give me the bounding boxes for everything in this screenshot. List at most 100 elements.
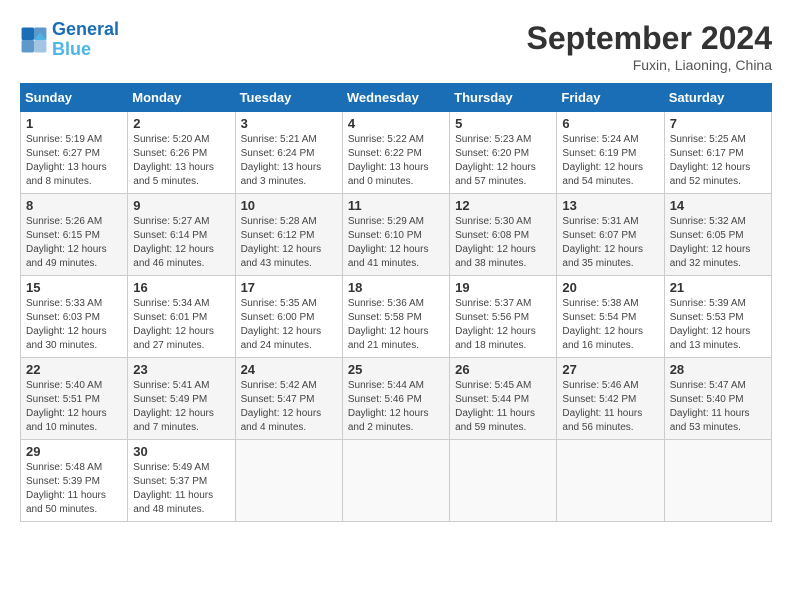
weekday-header-friday: Friday (557, 84, 664, 112)
calendar-cell: 21 Sunrise: 5:39 AMSunset: 5:53 PMDayligh… (664, 276, 771, 358)
day-number: 10 (241, 198, 337, 213)
calendar-cell: 23 Sunrise: 5:41 AMSunset: 5:49 PMDayligh… (128, 358, 235, 440)
day-number: 3 (241, 116, 337, 131)
weekday-header-tuesday: Tuesday (235, 84, 342, 112)
weekday-header-monday: Monday (128, 84, 235, 112)
calendar-cell: 3 Sunrise: 5:21 AMSunset: 6:24 PMDaylight… (235, 112, 342, 194)
calendar-week-row: 15 Sunrise: 5:33 AMSunset: 6:03 PMDayligh… (21, 276, 772, 358)
day-info: Sunrise: 5:26 AMSunset: 6:15 PMDaylight:… (26, 215, 122, 271)
day-number: 2 (133, 116, 229, 131)
day-info: Sunrise: 5:46 AMSunset: 5:42 PMDaylight:… (562, 379, 658, 435)
day-info: Sunrise: 5:31 AMSunset: 6:07 PMDaylight:… (562, 215, 658, 271)
day-number: 25 (348, 362, 444, 377)
day-number: 22 (26, 362, 122, 377)
calendar-cell: 30Sunrise: 5:49 AMSunset: 5:37 PMDayligh… (128, 440, 235, 522)
calendar-cell: 29Sunrise: 5:48 AMSunset: 5:39 PMDayligh… (21, 440, 128, 522)
day-number: 7 (670, 116, 766, 131)
day-info: Sunrise: 5:41 AMSunset: 5:49 PMDaylight:… (133, 379, 229, 435)
calendar-cell: 5Sunrise: 5:23 AMSunset: 6:20 PMDaylight… (450, 112, 557, 194)
day-info: Sunrise: 5:39 AMSunset: 5:53 PMDaylight:… (670, 297, 766, 353)
day-info: Sunrise: 5:28 AMSunset: 6:12 PMDaylight:… (241, 215, 337, 271)
day-number: 27 (562, 362, 658, 377)
calendar-cell: 20 Sunrise: 5:38 AMSunset: 5:54 PMDayligh… (557, 276, 664, 358)
calendar-cell: 19Sunrise: 5:37 AMSunset: 5:56 PMDayligh… (450, 276, 557, 358)
day-info: Sunrise: 5:40 AMSunset: 5:51 PMDaylight:… (26, 379, 122, 435)
calendar-cell: 24 Sunrise: 5:42 AMSunset: 5:47 PMDayligh… (235, 358, 342, 440)
calendar-cell: 12 Sunrise: 5:30 AMSunset: 6:08 PMDayligh… (450, 194, 557, 276)
day-number: 6 (562, 116, 658, 131)
location-subtitle: Fuxin, Liaoning, China (527, 57, 772, 73)
title-area: September 2024 Fuxin, Liaoning, China (527, 20, 772, 73)
day-info: Sunrise: 5:33 AMSunset: 6:03 PMDaylight:… (26, 297, 122, 353)
day-number: 28 (670, 362, 766, 377)
logo-icon (20, 26, 48, 54)
day-info: Sunrise: 5:44 AMSunset: 5:46 PMDaylight:… (348, 379, 444, 435)
day-info: Sunrise: 5:23 AMSunset: 6:20 PMDaylight:… (455, 133, 551, 189)
day-info: Sunrise: 5:38 AMSunset: 5:54 PMDaylight:… (562, 297, 658, 353)
calendar-cell (342, 440, 449, 522)
calendar-cell: 6 Sunrise: 5:24 AMSunset: 6:19 PMDaylight… (557, 112, 664, 194)
day-info: Sunrise: 5:25 AMSunset: 6:17 PMDaylight:… (670, 133, 766, 189)
calendar-cell: 15 Sunrise: 5:33 AMSunset: 6:03 PMDayligh… (21, 276, 128, 358)
day-number: 12 (455, 198, 551, 213)
calendar-cell: 7 Sunrise: 5:25 AMSunset: 6:17 PMDaylight… (664, 112, 771, 194)
day-number: 11 (348, 198, 444, 213)
calendar-cell: 2 Sunrise: 5:20 AMSunset: 6:26 PMDaylight… (128, 112, 235, 194)
calendar-cell: 28 Sunrise: 5:47 AMSunset: 5:40 PMDayligh… (664, 358, 771, 440)
calendar-week-row: 22 Sunrise: 5:40 AMSunset: 5:51 PMDayligh… (21, 358, 772, 440)
calendar-cell: 13 Sunrise: 5:31 AMSunset: 6:07 PMDayligh… (557, 194, 664, 276)
day-info: Sunrise: 5:21 AMSunset: 6:24 PMDaylight:… (241, 133, 337, 189)
day-info: Sunrise: 5:29 AMSunset: 6:10 PMDaylight:… (348, 215, 444, 271)
day-info: Sunrise: 5:32 AMSunset: 6:05 PMDaylight:… (670, 215, 766, 271)
logo-text: General Blue (52, 20, 119, 60)
day-info: Sunrise: 5:42 AMSunset: 5:47 PMDaylight:… (241, 379, 337, 435)
day-info: Sunrise: 5:47 AMSunset: 5:40 PMDaylight:… (670, 379, 766, 435)
calendar-cell: 8 Sunrise: 5:26 AMSunset: 6:15 PMDaylight… (21, 194, 128, 276)
day-number: 20 (562, 280, 658, 295)
calendar-cell (557, 440, 664, 522)
day-number: 30 (133, 444, 229, 459)
day-number: 23 (133, 362, 229, 377)
weekday-header-row: SundayMondayTuesdayWednesdayThursdayFrid… (21, 84, 772, 112)
day-info: Sunrise: 5:36 AMSunset: 5:58 PMDaylight:… (348, 297, 444, 353)
calendar-cell: 18 Sunrise: 5:36 AMSunset: 5:58 PMDayligh… (342, 276, 449, 358)
day-info: Sunrise: 5:30 AMSunset: 6:08 PMDaylight:… (455, 215, 551, 271)
page-header: General Blue September 2024 Fuxin, Liaon… (20, 20, 772, 73)
day-number: 15 (26, 280, 122, 295)
weekday-header-wednesday: Wednesday (342, 84, 449, 112)
calendar-table: SundayMondayTuesdayWednesdayThursdayFrid… (20, 83, 772, 522)
calendar-week-row: 29Sunrise: 5:48 AMSunset: 5:39 PMDayligh… (21, 440, 772, 522)
calendar-cell: 1 Sunrise: 5:19 AMSunset: 6:27 PMDaylight… (21, 112, 128, 194)
calendar-cell: 11 Sunrise: 5:29 AMSunset: 6:10 PMDayligh… (342, 194, 449, 276)
day-number: 8 (26, 198, 122, 213)
calendar-week-row: 8 Sunrise: 5:26 AMSunset: 6:15 PMDaylight… (21, 194, 772, 276)
calendar-week-row: 1 Sunrise: 5:19 AMSunset: 6:27 PMDaylight… (21, 112, 772, 194)
calendar-cell (664, 440, 771, 522)
day-info: Sunrise: 5:22 AMSunset: 6:22 PMDaylight:… (348, 133, 444, 189)
calendar-cell: 25 Sunrise: 5:44 AMSunset: 5:46 PMDayligh… (342, 358, 449, 440)
day-info: Sunrise: 5:27 AMSunset: 6:14 PMDaylight:… (133, 215, 229, 271)
day-number: 17 (241, 280, 337, 295)
day-number: 18 (348, 280, 444, 295)
day-number: 13 (562, 198, 658, 213)
day-info: Sunrise: 5:24 AMSunset: 6:19 PMDaylight:… (562, 133, 658, 189)
calendar-cell: 14 Sunrise: 5:32 AMSunset: 6:05 PMDayligh… (664, 194, 771, 276)
weekday-header-sunday: Sunday (21, 84, 128, 112)
day-number: 9 (133, 198, 229, 213)
calendar-cell (235, 440, 342, 522)
day-number: 16 (133, 280, 229, 295)
calendar-cell: 27 Sunrise: 5:46 AMSunset: 5:42 PMDayligh… (557, 358, 664, 440)
day-number: 14 (670, 198, 766, 213)
day-number: 21 (670, 280, 766, 295)
month-title: September 2024 (527, 20, 772, 57)
day-number: 24 (241, 362, 337, 377)
day-info: Sunrise: 5:48 AMSunset: 5:39 PMDaylight:… (26, 461, 122, 517)
day-info: Sunrise: 5:20 AMSunset: 6:26 PMDaylight:… (133, 133, 229, 189)
day-info: Sunrise: 5:45 AMSunset: 5:44 PMDaylight:… (455, 379, 551, 435)
day-number: 1 (26, 116, 122, 131)
calendar-cell: 22 Sunrise: 5:40 AMSunset: 5:51 PMDayligh… (21, 358, 128, 440)
day-info: Sunrise: 5:35 AMSunset: 6:00 PMDaylight:… (241, 297, 337, 353)
calendar-cell: 17 Sunrise: 5:35 AMSunset: 6:00 PMDayligh… (235, 276, 342, 358)
calendar-cell: 16Sunrise: 5:34 AMSunset: 6:01 PMDayligh… (128, 276, 235, 358)
day-info: Sunrise: 5:19 AMSunset: 6:27 PMDaylight:… (26, 133, 122, 189)
